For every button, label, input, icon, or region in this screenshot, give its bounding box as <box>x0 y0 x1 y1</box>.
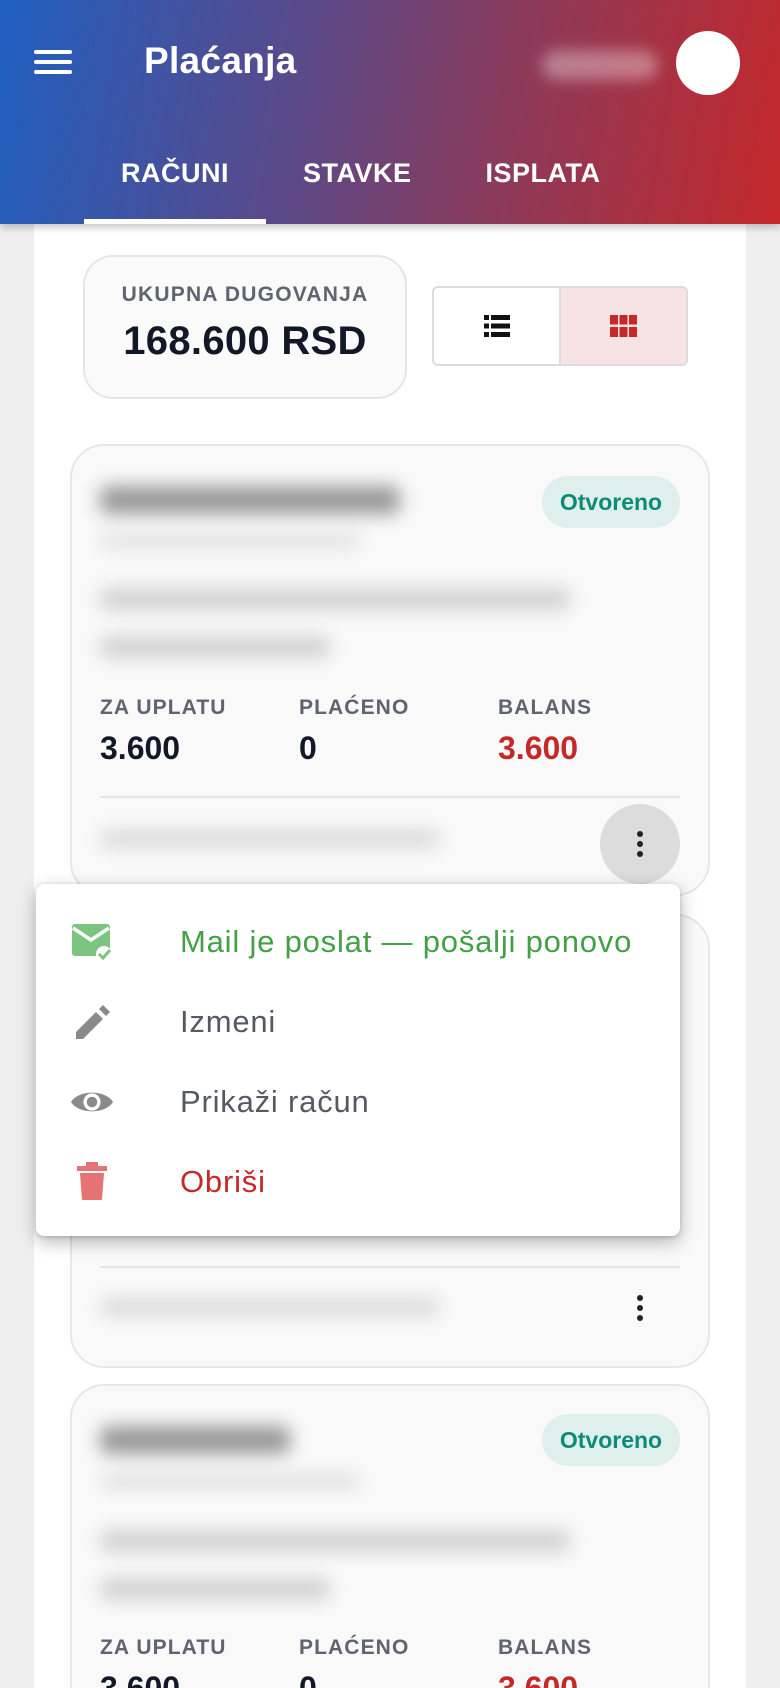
page-title: Plaćanja <box>144 40 297 81</box>
amount-due-label: ZA UPLATU <box>100 1636 227 1659</box>
more-vert-icon <box>637 831 643 857</box>
list-view-button[interactable] <box>434 288 559 364</box>
grid-icon <box>610 315 637 337</box>
tab-bar: RAČUNI STAVKE ISPLATA <box>84 140 638 224</box>
total-debt-value: 168.600 RSD <box>123 319 367 363</box>
menu-item-label: Izmeni <box>180 1004 277 1039</box>
amount-due-value: 3.600 <box>100 1670 181 1688</box>
amount-due-value: 3.600 <box>100 730 181 766</box>
avatar[interactable] <box>676 31 740 95</box>
invoice-meta-blurred <box>100 830 440 848</box>
tab-stavke[interactable]: STAVKE <box>266 140 449 224</box>
status-badge: Otvoreno <box>542 1414 680 1466</box>
client-name-blurred <box>100 486 400 514</box>
card-divider <box>100 1266 680 1268</box>
context-menu: Mail je poslat — pošalji ponovo Izmeni P… <box>36 884 680 1236</box>
paid-value: 0 <box>299 730 317 766</box>
menu-item-label: Mail je poslat — pošalji ponovo <box>180 924 633 959</box>
invoice-meta-blurred <box>100 1298 440 1316</box>
tab-isplata[interactable]: ISPLATA <box>449 140 638 224</box>
app-bar: Plaćanja RAČUNI STAVKE ISPLATA <box>0 0 780 224</box>
menu-item-delete[interactable]: Obriši <box>36 1142 680 1222</box>
menu-item-view-invoice[interactable]: Prikaži račun <box>36 1062 680 1142</box>
total-debt-label: UKUPNA DUGOVANJA <box>121 283 369 306</box>
pencil-icon <box>70 1002 114 1042</box>
status-badge: Otvoreno <box>542 476 680 528</box>
balance-value: 3.600 <box>498 1670 579 1688</box>
menu-item-edit[interactable]: Izmeni <box>36 982 680 1062</box>
grid-view-button[interactable] <box>559 288 686 364</box>
invoice-description-blurred <box>100 1530 570 1552</box>
list-icon <box>483 315 510 337</box>
eye-icon <box>70 1082 114 1122</box>
invoice-description-blurred <box>100 588 570 610</box>
more-vert-icon <box>637 1295 643 1321</box>
hamburger-menu-icon[interactable] <box>34 46 78 86</box>
paid-label: PLAĆENO <box>299 1636 410 1659</box>
invoice-description-blurred <box>100 1578 330 1600</box>
mail-check-icon <box>70 922 114 962</box>
card-divider <box>100 796 680 798</box>
paid-label: PLAĆENO <box>299 696 410 719</box>
more-options-button[interactable] <box>600 804 680 884</box>
tab-racuni[interactable]: RAČUNI <box>84 140 266 224</box>
user-name-blurred <box>542 50 658 80</box>
client-name-blurred <box>100 1426 290 1454</box>
paid-value: 0 <box>299 1670 317 1688</box>
client-subtitle-blurred <box>100 534 360 548</box>
invoice-card[interactable]: Otvoreno ZA UPLATU 3.600 PLAĆENO 0 BALAN… <box>70 444 710 896</box>
amount-due-label: ZA UPLATU <box>100 696 227 719</box>
more-options-button[interactable] <box>600 1268 680 1348</box>
menu-item-resend-mail[interactable]: Mail je poslat — pošalji ponovo <box>36 902 680 982</box>
balance-label: BALANS <box>498 696 593 719</box>
menu-item-label: Obriši <box>180 1164 266 1199</box>
invoice-description-blurred <box>100 636 330 658</box>
balance-value: 3.600 <box>498 730 579 766</box>
invoice-card[interactable]: Otvoreno ZA UPLATU 3.600 PLAĆENO 0 BALAN… <box>70 1384 710 1688</box>
balance-label: BALANS <box>498 1636 593 1659</box>
client-subtitle-blurred <box>100 1474 360 1488</box>
menu-item-label: Prikaži račun <box>180 1084 370 1119</box>
total-debt-card: UKUPNA DUGOVANJA 168.600 RSD <box>83 255 407 399</box>
view-toggle <box>432 286 688 366</box>
trash-icon <box>70 1162 114 1202</box>
